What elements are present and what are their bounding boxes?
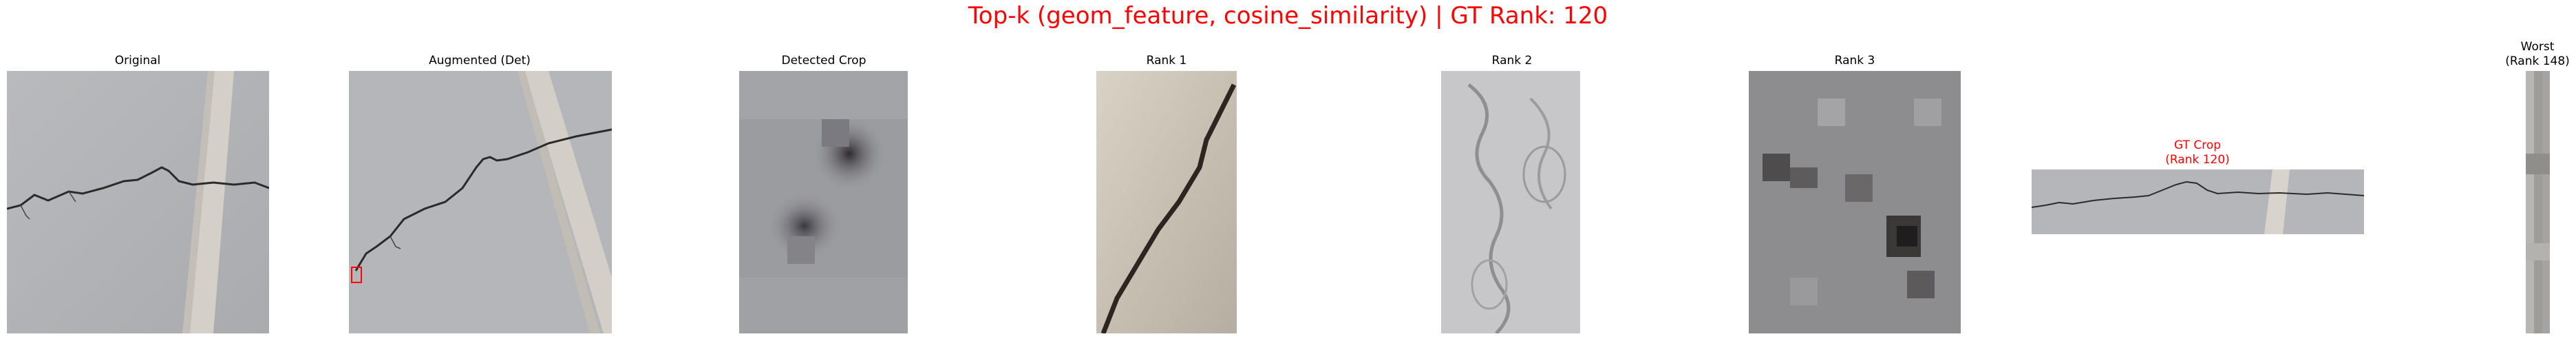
- rank3-image: [1749, 71, 1961, 333]
- worst-panel-title-line1: Worst: [2520, 40, 2555, 54]
- figure-title: Top-k (geom_feature, cosine_similarity) …: [968, 2, 1608, 30]
- augmented-image: [349, 71, 612, 333]
- rank2-image: [1441, 71, 1580, 333]
- rank3-panel-title: Rank 3: [1834, 54, 1875, 68]
- gt-crop-panel-title-line2: (Rank 120): [2165, 153, 2230, 167]
- original-panel-title: Original: [114, 54, 161, 68]
- original-image: [7, 71, 269, 333]
- gt-crop-panel-title-line1: GT Crop: [2173, 138, 2222, 152]
- detected-crop-image: [739, 71, 908, 333]
- worst-image: [2526, 71, 2550, 333]
- rank1-panel-title: Rank 1: [1146, 54, 1187, 68]
- detected-crop-panel-title: Detected Crop: [781, 54, 866, 68]
- gt-crop-image: [2032, 169, 2364, 234]
- rank2-panel-title: Rank 2: [1491, 54, 1533, 68]
- worst-panel-title-line2: (Rank 148): [2505, 54, 2570, 68]
- augmented-panel-title: Augmented (Det): [429, 54, 531, 68]
- rank1-image: [1096, 71, 1237, 333]
